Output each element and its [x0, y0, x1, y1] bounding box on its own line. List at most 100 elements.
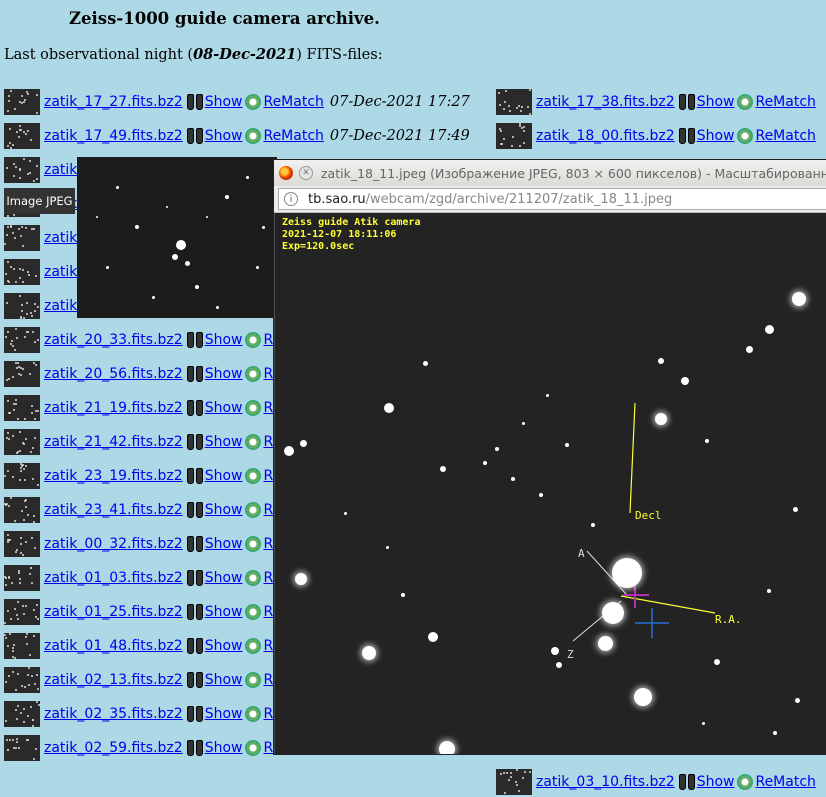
show-link[interactable]: Show	[205, 740, 243, 756]
fits-file-link[interactable]: zatik	[44, 162, 77, 178]
binoculars-icon[interactable]	[186, 127, 204, 145]
rematch-link[interactable]: ReMatch	[263, 94, 323, 110]
show-link[interactable]: Show	[697, 128, 735, 144]
fits-file-link[interactable]: zatik_21_19.fits.bz2	[44, 400, 183, 416]
rematch-link[interactable]: ReMatch	[755, 94, 815, 110]
rematch-icon[interactable]	[245, 502, 262, 518]
fits-file-link[interactable]: zatik	[44, 264, 77, 280]
show-link[interactable]: Show	[205, 536, 243, 552]
show-link[interactable]: Show	[697, 94, 735, 110]
rematch-icon[interactable]	[245, 94, 262, 110]
fits-file-link[interactable]: zatik_02_59.fits.bz2	[44, 740, 183, 756]
thumbnail-image[interactable]	[4, 89, 40, 115]
show-link[interactable]: Show	[205, 604, 243, 620]
binoculars-icon[interactable]	[186, 637, 204, 655]
rematch-link[interactable]: ReMatch	[755, 128, 815, 144]
rematch-link[interactable]: ReMatch	[263, 128, 323, 144]
fits-file-link[interactable]: zatik_01_48.fits.bz2	[44, 638, 183, 654]
window-titlebar[interactable]: ✕ zatik_18_11.jpeg (Изображение JPEG, 80…	[274, 160, 826, 186]
binoculars-icon[interactable]	[186, 467, 204, 485]
thumbnail-image[interactable]	[4, 633, 40, 659]
thumbnail-image[interactable]	[496, 123, 532, 149]
fits-file-link[interactable]: zatik_21_42.fits.bz2	[44, 434, 183, 450]
show-link[interactable]: Show	[697, 774, 735, 790]
fits-file-link[interactable]: zatik_01_03.fits.bz2	[44, 570, 183, 586]
rematch-icon[interactable]	[245, 706, 262, 722]
thumbnail-image[interactable]	[4, 667, 40, 693]
binoculars-icon[interactable]	[186, 399, 204, 417]
thumbnail-image[interactable]	[4, 735, 40, 761]
rematch-link[interactable]: R	[263, 672, 273, 688]
thumbnail-image[interactable]	[4, 531, 40, 557]
show-link[interactable]: Show	[205, 332, 243, 348]
rematch-link[interactable]: R	[263, 706, 273, 722]
fits-file-link[interactable]: zatik_18_00.fits.bz2	[536, 128, 675, 144]
rematch-link[interactable]: ReMatch	[755, 774, 815, 790]
rematch-link[interactable]: R	[263, 400, 273, 416]
thumbnail-image[interactable]	[4, 293, 40, 319]
jpeg-image-view[interactable]: Zeiss guide Atik camera 2021-12-07 18:11…	[275, 213, 826, 754]
show-link[interactable]: Show	[205, 638, 243, 654]
rematch-icon[interactable]	[245, 604, 262, 620]
rematch-icon[interactable]	[245, 740, 262, 756]
rematch-icon[interactable]	[737, 774, 754, 790]
binoculars-icon[interactable]	[186, 603, 204, 621]
show-link[interactable]: Show	[205, 434, 243, 450]
rematch-link[interactable]: R	[263, 332, 273, 348]
thumbnail-image[interactable]	[4, 429, 40, 455]
fits-file-link[interactable]: zatik_17_27.fits.bz2	[44, 94, 183, 110]
show-link[interactable]: Show	[205, 570, 243, 586]
thumbnail-image[interactable]	[4, 327, 40, 353]
rematch-icon[interactable]	[245, 366, 262, 382]
binoculars-icon[interactable]	[186, 433, 204, 451]
thumbnail-image[interactable]	[4, 361, 40, 387]
binoculars-icon[interactable]	[186, 739, 204, 757]
rematch-icon[interactable]	[245, 536, 262, 552]
thumbnail-image[interactable]	[4, 497, 40, 523]
fits-file-link[interactable]: zatik_01_25.fits.bz2	[44, 604, 183, 620]
fits-file-link[interactable]: zatik_23_19.fits.bz2	[44, 468, 183, 484]
thumbnail-image[interactable]	[496, 89, 532, 115]
fits-file-link[interactable]: zatik_17_38.fits.bz2	[536, 94, 675, 110]
fits-file-link[interactable]: zatik_02_13.fits.bz2	[44, 672, 183, 688]
rematch-icon[interactable]	[245, 332, 262, 348]
rematch-link[interactable]: R	[263, 638, 273, 654]
show-link[interactable]: Show	[205, 366, 243, 382]
thumbnail-image[interactable]	[4, 701, 40, 727]
binoculars-icon[interactable]	[186, 365, 204, 383]
binoculars-icon[interactable]	[678, 127, 696, 145]
fits-file-link[interactable]: zatik_02_35.fits.bz2	[44, 706, 183, 722]
fits-file-link[interactable]: zatik_00_32.fits.bz2	[44, 536, 183, 552]
rematch-icon[interactable]	[245, 468, 262, 484]
show-link[interactable]: Show	[205, 128, 243, 144]
fits-file-link[interactable]: zatik_03_10.fits.bz2	[536, 774, 675, 790]
show-link[interactable]: Show	[205, 672, 243, 688]
binoculars-icon[interactable]	[186, 535, 204, 553]
rematch-icon[interactable]	[245, 570, 262, 586]
binoculars-icon[interactable]	[678, 773, 696, 791]
rematch-icon[interactable]	[245, 434, 262, 450]
thumbnail-image[interactable]	[4, 599, 40, 625]
rematch-icon[interactable]	[737, 128, 754, 144]
info-icon[interactable]: i	[284, 192, 298, 206]
rematch-icon[interactable]	[245, 638, 262, 654]
thumbnail-image[interactable]	[4, 463, 40, 489]
rematch-link[interactable]: R	[263, 604, 273, 620]
thumbnail-image[interactable]	[4, 225, 40, 251]
rematch-link[interactable]: R	[263, 366, 273, 382]
close-icon[interactable]: ✕	[299, 166, 313, 180]
binoculars-icon[interactable]	[186, 569, 204, 587]
thumbnail-image[interactable]	[4, 259, 40, 285]
thumbnail-image[interactable]	[4, 395, 40, 421]
fits-file-link[interactable]: zatik_20_33.fits.bz2	[44, 332, 183, 348]
binoculars-icon[interactable]	[186, 93, 204, 111]
rematch-link[interactable]: R	[263, 570, 273, 586]
thumbnail-image[interactable]	[4, 565, 40, 591]
fits-file-link[interactable]: zatik	[44, 230, 77, 246]
rematch-link[interactable]: R	[263, 434, 273, 450]
rematch-icon[interactable]	[245, 672, 262, 688]
fits-file-link[interactable]: zatik_20_56.fits.bz2	[44, 366, 183, 382]
rematch-link[interactable]: R	[263, 536, 273, 552]
show-link[interactable]: Show	[205, 502, 243, 518]
binoculars-icon[interactable]	[186, 705, 204, 723]
